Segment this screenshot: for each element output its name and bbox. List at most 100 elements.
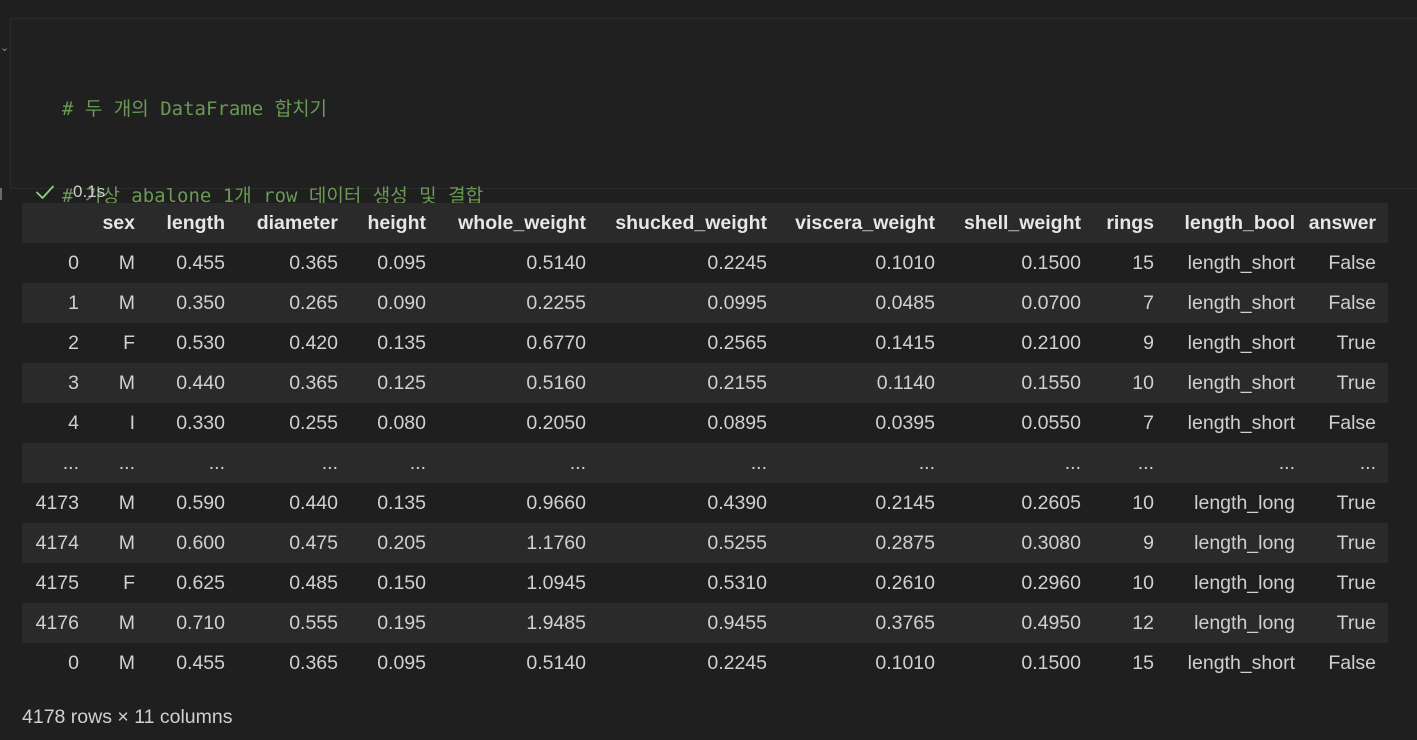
table-cell: M xyxy=(118,531,135,554)
table-cell: M xyxy=(118,491,135,514)
output-gutter-marker xyxy=(0,188,2,200)
column-header: length xyxy=(166,211,226,234)
table-cell: 0.440 xyxy=(289,491,338,514)
table-cell: 10 xyxy=(1132,491,1154,514)
table-cell: 7 xyxy=(1143,291,1154,314)
table-row: 0 M 0.455 0.365 0.095 0.5140 0.2245 0.1010 0.150… xyxy=(22,643,1388,683)
table-cell: 0.2155 xyxy=(707,371,767,394)
table-cell: length_short xyxy=(1187,371,1295,394)
table-cell: 0.2960 xyxy=(1021,571,1081,594)
index-header xyxy=(22,203,82,243)
table-cell: ... xyxy=(208,451,225,474)
table-cell: 0.5140 xyxy=(526,251,586,274)
table-cell: 0.5160 xyxy=(526,371,586,394)
table-cell: length_long xyxy=(1194,611,1295,634)
table-cell: length_long xyxy=(1194,571,1295,594)
row-index-cell: 4174 xyxy=(35,531,79,554)
table-cell: 0.265 xyxy=(289,291,338,314)
table-cell: True xyxy=(1336,491,1376,514)
table-cell: length_short xyxy=(1187,251,1295,274)
table-cell: 0.2255 xyxy=(526,291,586,314)
code-line-1: # 두 개의 DataFrame 합치기 xyxy=(62,95,600,124)
execution-status: 0.1s xyxy=(35,179,105,205)
table-cell: 0.095 xyxy=(377,651,426,674)
column-header: viscera_weight xyxy=(795,211,935,234)
table-cell: 0.2245 xyxy=(707,251,767,274)
table-header-row: sex length diameter height whole_weight shuck… xyxy=(22,203,1388,243)
table-row: 1 M 0.350 0.265 0.090 0.2255 0.0995 0.0485 0.070… xyxy=(22,283,1388,323)
table-cell: 0.125 xyxy=(377,371,426,394)
table-cell: 0.0895 xyxy=(707,411,767,434)
table-row: 2 F 0.530 0.420 0.135 0.6770 0.2565 0.1415 0.210… xyxy=(22,323,1388,363)
table-cell: 0.440 xyxy=(176,371,225,394)
table-cell: 0.9455 xyxy=(707,611,767,634)
table-cell: 1.9485 xyxy=(526,611,586,634)
column-header: height xyxy=(367,211,427,234)
table-cell: 0.5255 xyxy=(707,531,767,554)
table-cell: ... xyxy=(409,451,426,474)
row-index-cell: 2 xyxy=(68,331,79,354)
table-cell: 0.135 xyxy=(377,331,426,354)
table-cell: 0.0700 xyxy=(1021,291,1081,314)
table-cell: 0.530 xyxy=(176,331,225,354)
table-cell: 0.0550 xyxy=(1021,411,1081,434)
table-cell: 0.2100 xyxy=(1021,331,1081,354)
table-cell: 0.0485 xyxy=(875,291,935,314)
table-cell: 0.4390 xyxy=(707,491,767,514)
table-cell: F xyxy=(123,571,135,594)
table-cell: ... xyxy=(1359,451,1376,474)
table-cell: 0.255 xyxy=(289,411,338,434)
row-index-cell: ... xyxy=(62,451,79,474)
table-cell: length_short xyxy=(1187,411,1295,434)
table-cell: 0.2605 xyxy=(1021,491,1081,514)
table-cell: 0.9660 xyxy=(526,491,586,514)
table-cell: ... xyxy=(118,451,135,474)
table-row: 4176 M 0.710 0.555 0.195 1.9485 0.9455 0.3765 0.… xyxy=(22,603,1388,643)
table-cell: 1.0945 xyxy=(526,571,586,594)
table-cell: 15 xyxy=(1132,651,1154,674)
row-index-cell: 1 xyxy=(68,291,79,314)
table-cell: I xyxy=(129,411,135,434)
table-row: 0 M 0.455 0.365 0.095 0.5140 0.2245 0.1010 0.150… xyxy=(22,243,1388,283)
check-icon xyxy=(36,185,54,199)
table-cell: ... xyxy=(321,451,338,474)
table-cell: 15 xyxy=(1132,251,1154,274)
table-cell: 0.1415 xyxy=(875,331,935,354)
collapse-chevron-icon[interactable]: ⌄ xyxy=(0,42,9,53)
table-cell: 0.2245 xyxy=(707,651,767,674)
table-cell: 7 xyxy=(1143,411,1154,434)
table-cell: 0.1500 xyxy=(1021,251,1081,274)
table-cell: True xyxy=(1336,611,1376,634)
table-cell: 0.365 xyxy=(289,251,338,274)
code-cell[interactable]: # 두 개의 DataFrame 합치기 # 가상 abalone 1개 row… xyxy=(10,18,1417,381)
table-cell: M xyxy=(118,291,135,314)
column-header: shucked_weight xyxy=(615,211,767,234)
table-cell: 0.625 xyxy=(176,571,225,594)
table-cell: ... xyxy=(569,451,586,474)
table-cell: 0.365 xyxy=(289,371,338,394)
column-header: answer xyxy=(1308,211,1376,234)
column-header: length_bool xyxy=(1184,211,1296,234)
top-strip xyxy=(0,0,1417,18)
table-cell: 0.1140 xyxy=(876,371,935,394)
column-header: rings xyxy=(1106,211,1154,234)
table-cell: 0.5310 xyxy=(707,571,767,594)
table-cell: 10 xyxy=(1132,571,1154,594)
table-cell: 0.3765 xyxy=(875,611,935,634)
table-cell: length_short xyxy=(1187,651,1295,674)
table-cell: length_long xyxy=(1194,491,1295,514)
table-cell: ... xyxy=(1064,451,1081,474)
table-cell: 9 xyxy=(1143,531,1154,554)
table-cell: 0.3080 xyxy=(1021,531,1081,554)
table-cell: 0.2145 xyxy=(875,491,935,514)
table-row: .................................... xyxy=(22,443,1388,483)
table-row: 4173 M 0.590 0.440 0.135 0.9660 0.4390 0.2145 0.… xyxy=(22,483,1388,523)
table-cell: 0.1010 xyxy=(875,651,935,674)
table-cell: 0.4950 xyxy=(1021,611,1081,634)
table-cell: 0.195 xyxy=(377,611,426,634)
cell-gutter[interactable]: ⌄ xyxy=(0,18,10,200)
table-cell: 0.475 xyxy=(289,531,338,554)
table-cell: M xyxy=(118,251,135,274)
table-cell: False xyxy=(1328,411,1376,434)
table-cell: False xyxy=(1328,251,1376,274)
